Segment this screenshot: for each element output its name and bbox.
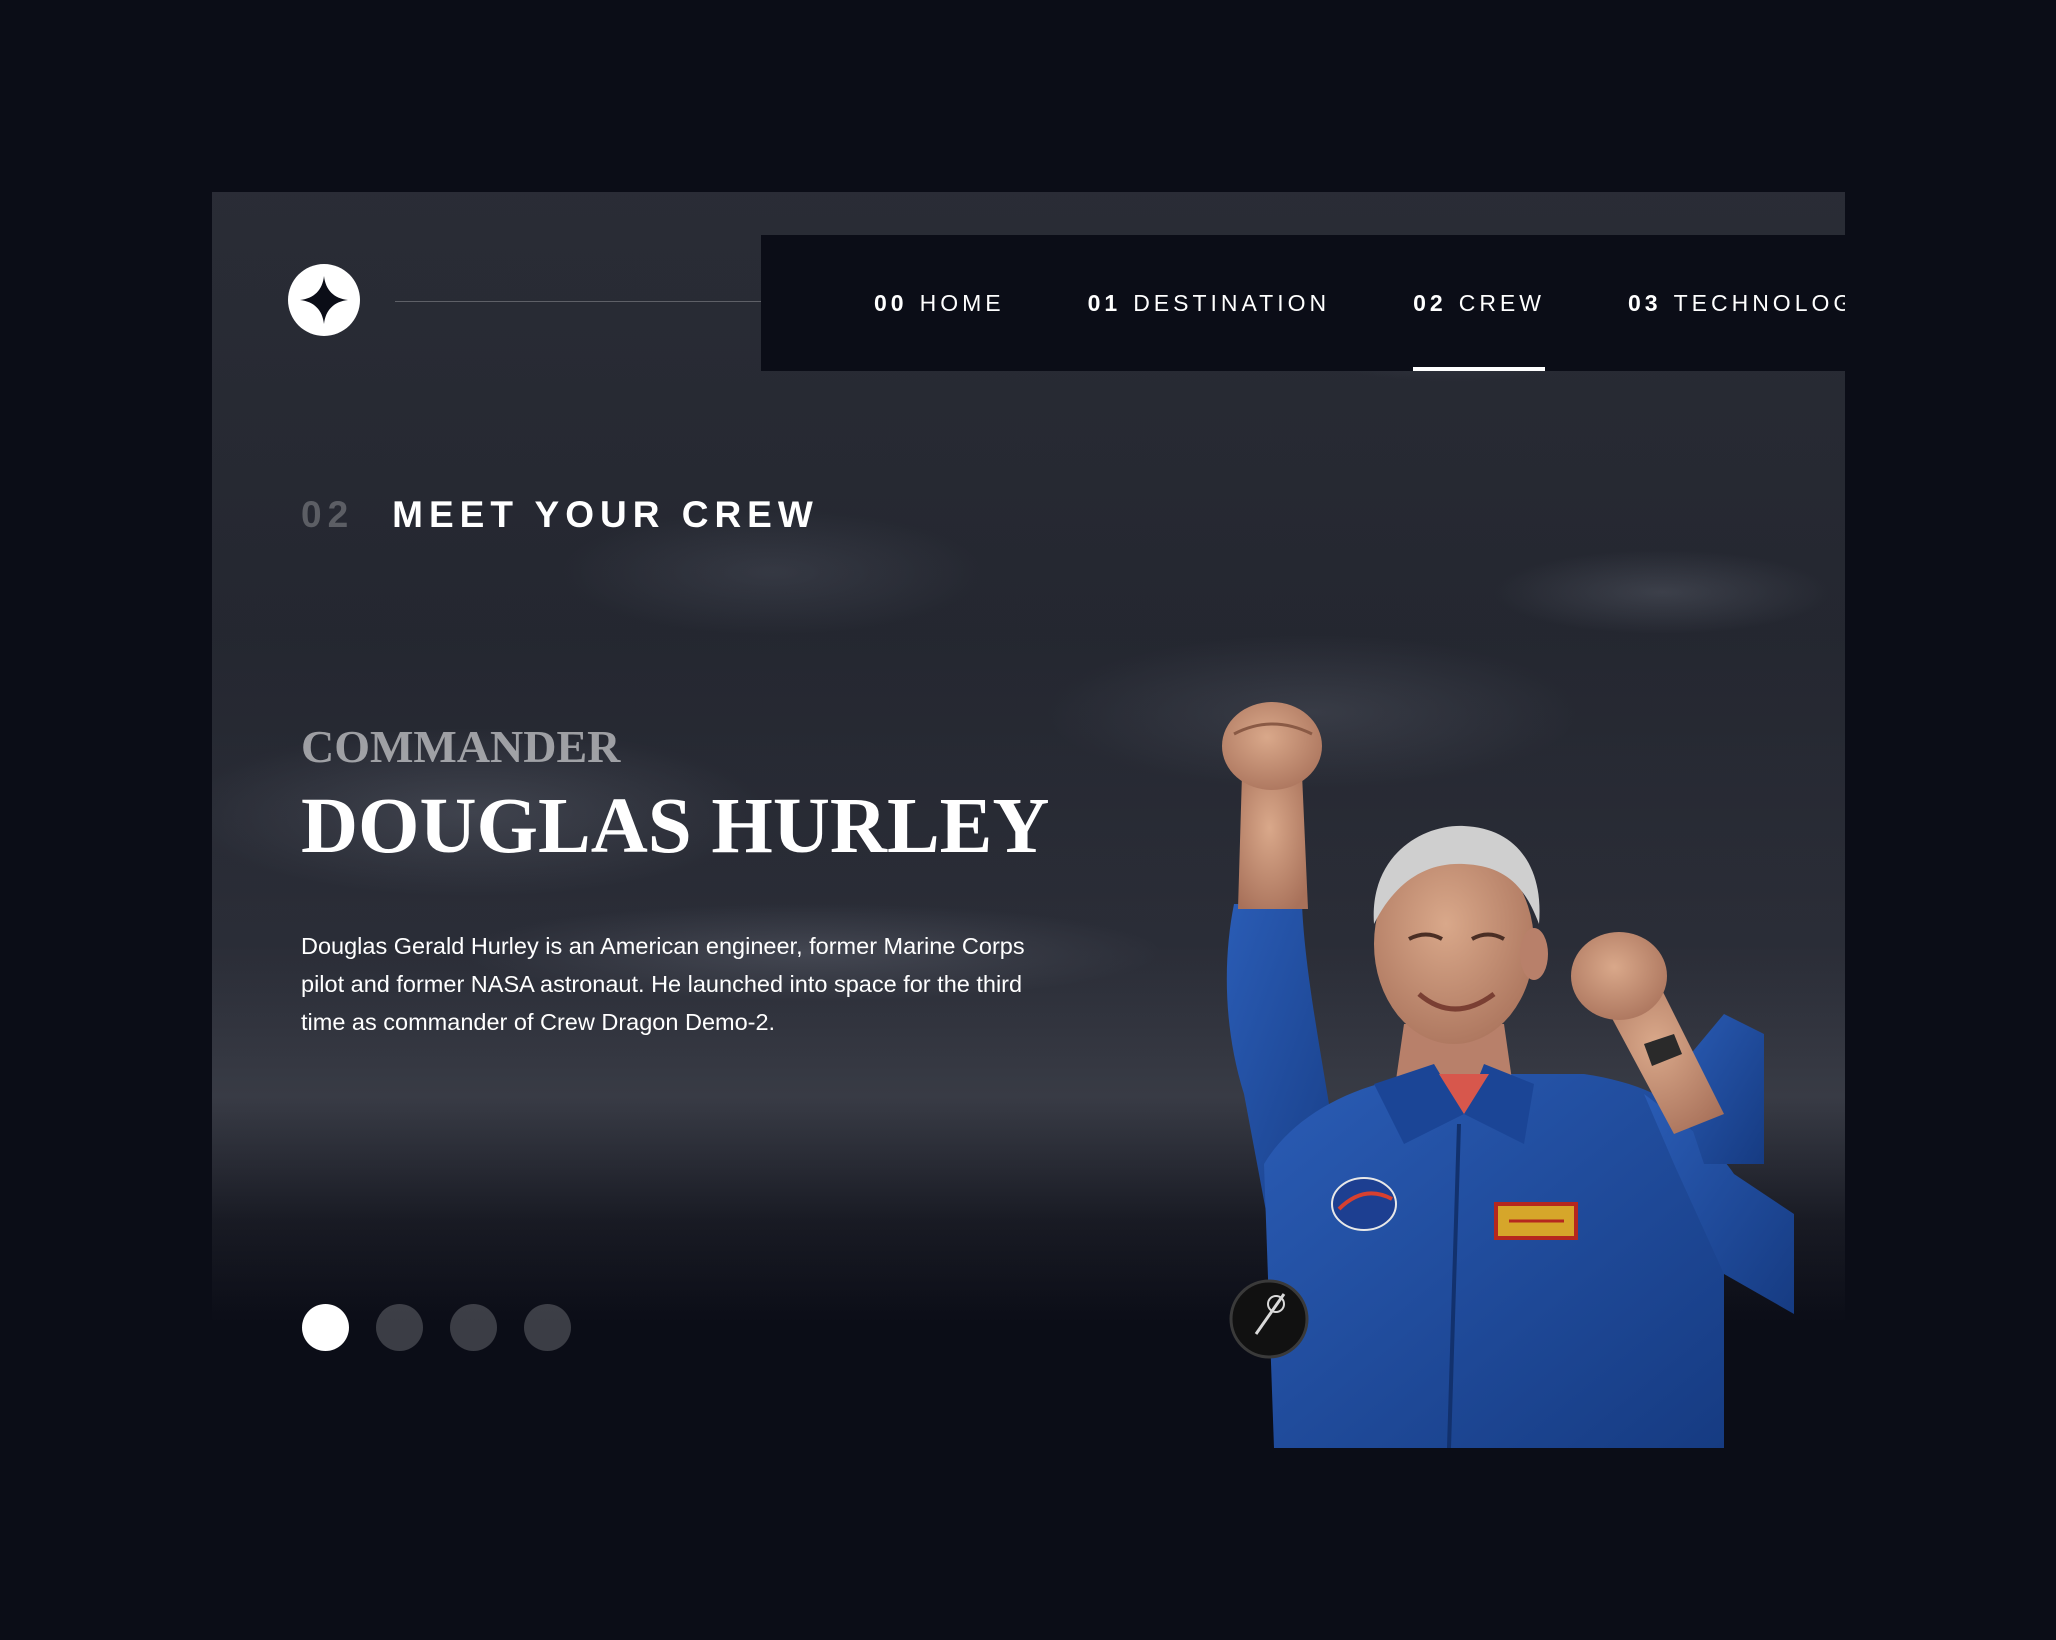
crew-page: 00 HOME 01 DESTINATION 02 CREW 03 TECHNO… <box>212 192 1845 1448</box>
astronaut-portrait-icon <box>1222 702 1794 1448</box>
nav-item-label: HOME <box>919 289 1005 316</box>
nav-item-number: 01 <box>1087 289 1122 316</box>
crew-bio: Douglas Gerald Hurley is an American eng… <box>301 933 1025 1035</box>
nav-item-technology[interactable]: 03 TECHNOLOGY <box>1628 235 1845 371</box>
main-nav: 00 HOME 01 DESTINATION 02 CREW 03 TECHNO… <box>761 235 1845 371</box>
nav-item-label: CREW <box>1458 289 1545 316</box>
header-divider <box>395 301 797 302</box>
slider-dot-4[interactable] <box>524 1304 571 1351</box>
slider-dot-2[interactable] <box>376 1304 423 1351</box>
nav-item-destination[interactable]: 01 DESTINATION <box>1088 235 1331 371</box>
nav-item-home[interactable]: 00 HOME <box>874 235 1005 371</box>
crew-role: Commander <box>301 721 621 772</box>
nav-item-number: 02 <box>1413 289 1447 316</box>
slider-dot-3[interactable] <box>450 1304 497 1351</box>
nav-item-label: TECHNOLOGY <box>1673 289 1845 316</box>
nav-item-number: 03 <box>1627 289 1662 316</box>
crew-slider-dots <box>302 1304 571 1351</box>
page-heading: 02 MEET YOUR CREW <box>301 494 819 536</box>
star-icon <box>300 276 348 324</box>
nav-item-number: 00 <box>874 289 908 316</box>
logo-star-icon[interactable] <box>288 264 360 336</box>
crew-name: DOUGLAS HURLEY <box>301 783 1050 870</box>
page-heading-label: MEET YOUR CREW <box>392 494 819 535</box>
nav-item-crew[interactable]: 02 CREW <box>1413 235 1545 371</box>
page-heading-number: 02 <box>301 494 355 535</box>
slider-dot-1[interactable] <box>302 1304 349 1351</box>
nav-item-label: DESTINATION <box>1133 289 1331 316</box>
